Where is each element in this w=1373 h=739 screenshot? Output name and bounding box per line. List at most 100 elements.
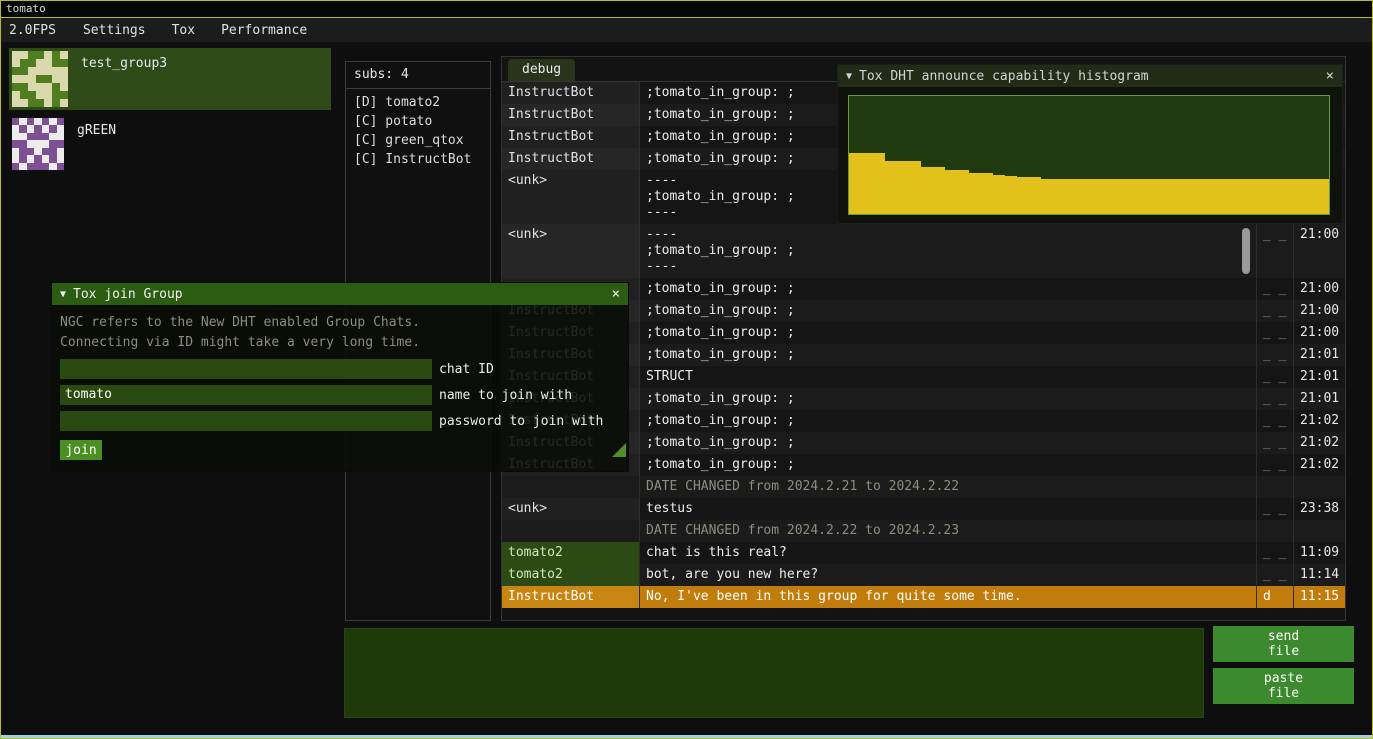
histogram-bar xyxy=(1161,179,1173,214)
histogram-bar xyxy=(1269,179,1281,214)
separator xyxy=(346,88,490,89)
message-timestamp xyxy=(1293,476,1345,498)
message-row[interactable]: tomato2bot, are you new here?_ _11:14 xyxy=(502,564,1345,586)
join-password-input[interactable] xyxy=(60,411,432,431)
message-status-flags: _ _ xyxy=(1256,410,1293,432)
close-icon[interactable]: × xyxy=(1326,68,1334,84)
message-timestamp: 21:02 xyxy=(1293,454,1345,476)
message-timestamp: 21:00 xyxy=(1293,300,1345,322)
join-name-label: name to join with xyxy=(439,388,572,403)
group-avatar xyxy=(12,51,68,107)
message-text: ;tomato_in_group: ; xyxy=(639,322,1256,344)
message-timestamp: 11:09 xyxy=(1293,542,1345,564)
histogram-bar xyxy=(1245,179,1257,214)
message-status-flags: _ _ xyxy=(1256,542,1293,564)
histogram-bar xyxy=(1065,179,1077,214)
message-timestamp: 21:00 xyxy=(1293,224,1345,278)
histogram-bar xyxy=(1017,177,1029,214)
message-status-flags: _ _ xyxy=(1256,498,1293,520)
window-titlebar[interactable]: tomato xyxy=(1,1,1372,18)
message-status-flags xyxy=(1256,476,1293,498)
join-window-titlebar[interactable]: ▼ Tox join Group × xyxy=(52,283,628,305)
message-author: InstructBot xyxy=(502,82,639,104)
message-timestamp: 23:38 xyxy=(1293,498,1345,520)
message-row[interactable]: <unk>testus_ _23:38 xyxy=(502,498,1345,520)
histogram-bar xyxy=(1257,179,1269,214)
message-text: chat is this real? xyxy=(639,542,1256,564)
message-row[interactable]: InstructBotNo, I've been in this group f… xyxy=(502,586,1345,608)
system-message-row[interactable]: DATE CHANGED from 2024.2.22 to 2024.2.23 xyxy=(502,520,1345,542)
close-icon[interactable]: × xyxy=(612,286,620,302)
histogram-window-titlebar[interactable]: ▼ Tox DHT announce capability histogram … xyxy=(838,65,1342,87)
group-item-test_group3[interactable]: test_group3 xyxy=(9,48,331,110)
histogram-bar xyxy=(1089,179,1101,214)
histogram-bar xyxy=(981,173,993,214)
histogram-window-title: Tox DHT announce capability histogram xyxy=(859,69,1319,84)
message-row[interactable]: <unk>---- ;tomato_in_group: ; ----_ _21:… xyxy=(502,224,1345,278)
message-text: DATE CHANGED from 2024.2.21 to 2024.2.22 xyxy=(639,476,1256,498)
chat-id-input[interactable] xyxy=(60,359,432,379)
message-text: ;tomato_in_group: ; xyxy=(639,344,1256,366)
histogram-bar xyxy=(909,161,921,214)
message-text: ;tomato_in_group: ; xyxy=(639,410,1256,432)
chat-scrollbar-thumb[interactable] xyxy=(1242,228,1250,274)
message-timestamp xyxy=(1293,520,1345,542)
histogram-bar xyxy=(1041,179,1053,214)
collapse-arrow-icon[interactable]: ▼ xyxy=(60,289,66,300)
histogram-bar xyxy=(1077,179,1089,214)
histogram-bar xyxy=(1281,179,1293,214)
histogram-bar xyxy=(885,161,897,214)
paste-file-button[interactable]: paste file xyxy=(1213,668,1354,704)
subs-member[interactable]: [D] tomato2 xyxy=(346,93,490,112)
subs-count: subs: 4 xyxy=(346,62,490,86)
join-button[interactable]: join xyxy=(60,440,102,460)
join-window-body: NGC refers to the New DHT enabled Group … xyxy=(52,305,628,459)
message-timestamp: 21:02 xyxy=(1293,432,1345,454)
join-name-input[interactable]: tomato xyxy=(60,385,432,405)
histogram-bar xyxy=(957,170,969,214)
histogram-bar xyxy=(1053,179,1065,214)
join-window-title: Tox join Group xyxy=(73,287,605,302)
message-status-flags: _ _ xyxy=(1256,322,1293,344)
histogram-bar xyxy=(861,153,873,214)
app-window: tomato 2.0FPS Settings Tox Performance t… xyxy=(0,0,1373,739)
message-text: ;tomato_in_group: ; xyxy=(639,388,1256,410)
message-timestamp: 21:01 xyxy=(1293,344,1345,366)
histogram-bar xyxy=(849,153,861,214)
subs-member[interactable]: [C] InstructBot xyxy=(346,150,490,169)
subs-member[interactable]: [C] potato xyxy=(346,112,490,131)
menu-tox[interactable]: Tox xyxy=(159,23,208,38)
message-text: testus xyxy=(639,498,1256,520)
resize-grip-icon[interactable] xyxy=(612,443,626,457)
subs-member[interactable]: [C] green_qtox xyxy=(346,131,490,150)
message-status-flags: _ _ xyxy=(1256,366,1293,388)
tab-debug[interactable]: debug xyxy=(508,59,575,81)
message-author: tomato2 xyxy=(502,564,639,586)
histogram-bar xyxy=(1185,179,1197,214)
message-row[interactable]: tomato2chat is this real?_ _11:09 xyxy=(502,542,1345,564)
message-input[interactable] xyxy=(344,628,1204,718)
message-author: <unk> xyxy=(502,224,639,278)
histogram-bar xyxy=(993,175,1005,214)
menu-settings[interactable]: Settings xyxy=(70,23,159,38)
window-title: tomato xyxy=(6,2,46,15)
join-info-line: Connecting via ID might take a very long… xyxy=(60,333,620,353)
histogram-bar xyxy=(897,161,909,214)
message-text: ;tomato_in_group: ; xyxy=(639,278,1256,300)
message-author: InstructBot xyxy=(502,148,639,170)
histogram-bar xyxy=(1137,179,1149,214)
message-status-flags: _ _ xyxy=(1256,388,1293,410)
system-message-row[interactable]: DATE CHANGED from 2024.2.21 to 2024.2.22 xyxy=(502,476,1345,498)
histogram-bar xyxy=(873,153,885,214)
message-text: DATE CHANGED from 2024.2.22 to 2024.2.23 xyxy=(639,520,1256,542)
histogram-bar xyxy=(1125,179,1137,214)
message-status-flags: _ _ xyxy=(1256,454,1293,476)
histogram-bar xyxy=(1173,179,1185,214)
message-timestamp: 21:00 xyxy=(1293,322,1345,344)
group-item-gREEN[interactable]: gREEN xyxy=(9,115,331,172)
collapse-arrow-icon[interactable]: ▼ xyxy=(846,71,852,82)
send-file-button[interactable]: send file xyxy=(1213,626,1354,662)
menu-performance[interactable]: Performance xyxy=(208,23,320,38)
group-name: gREEN xyxy=(67,115,116,172)
histogram-bar xyxy=(1305,179,1317,214)
